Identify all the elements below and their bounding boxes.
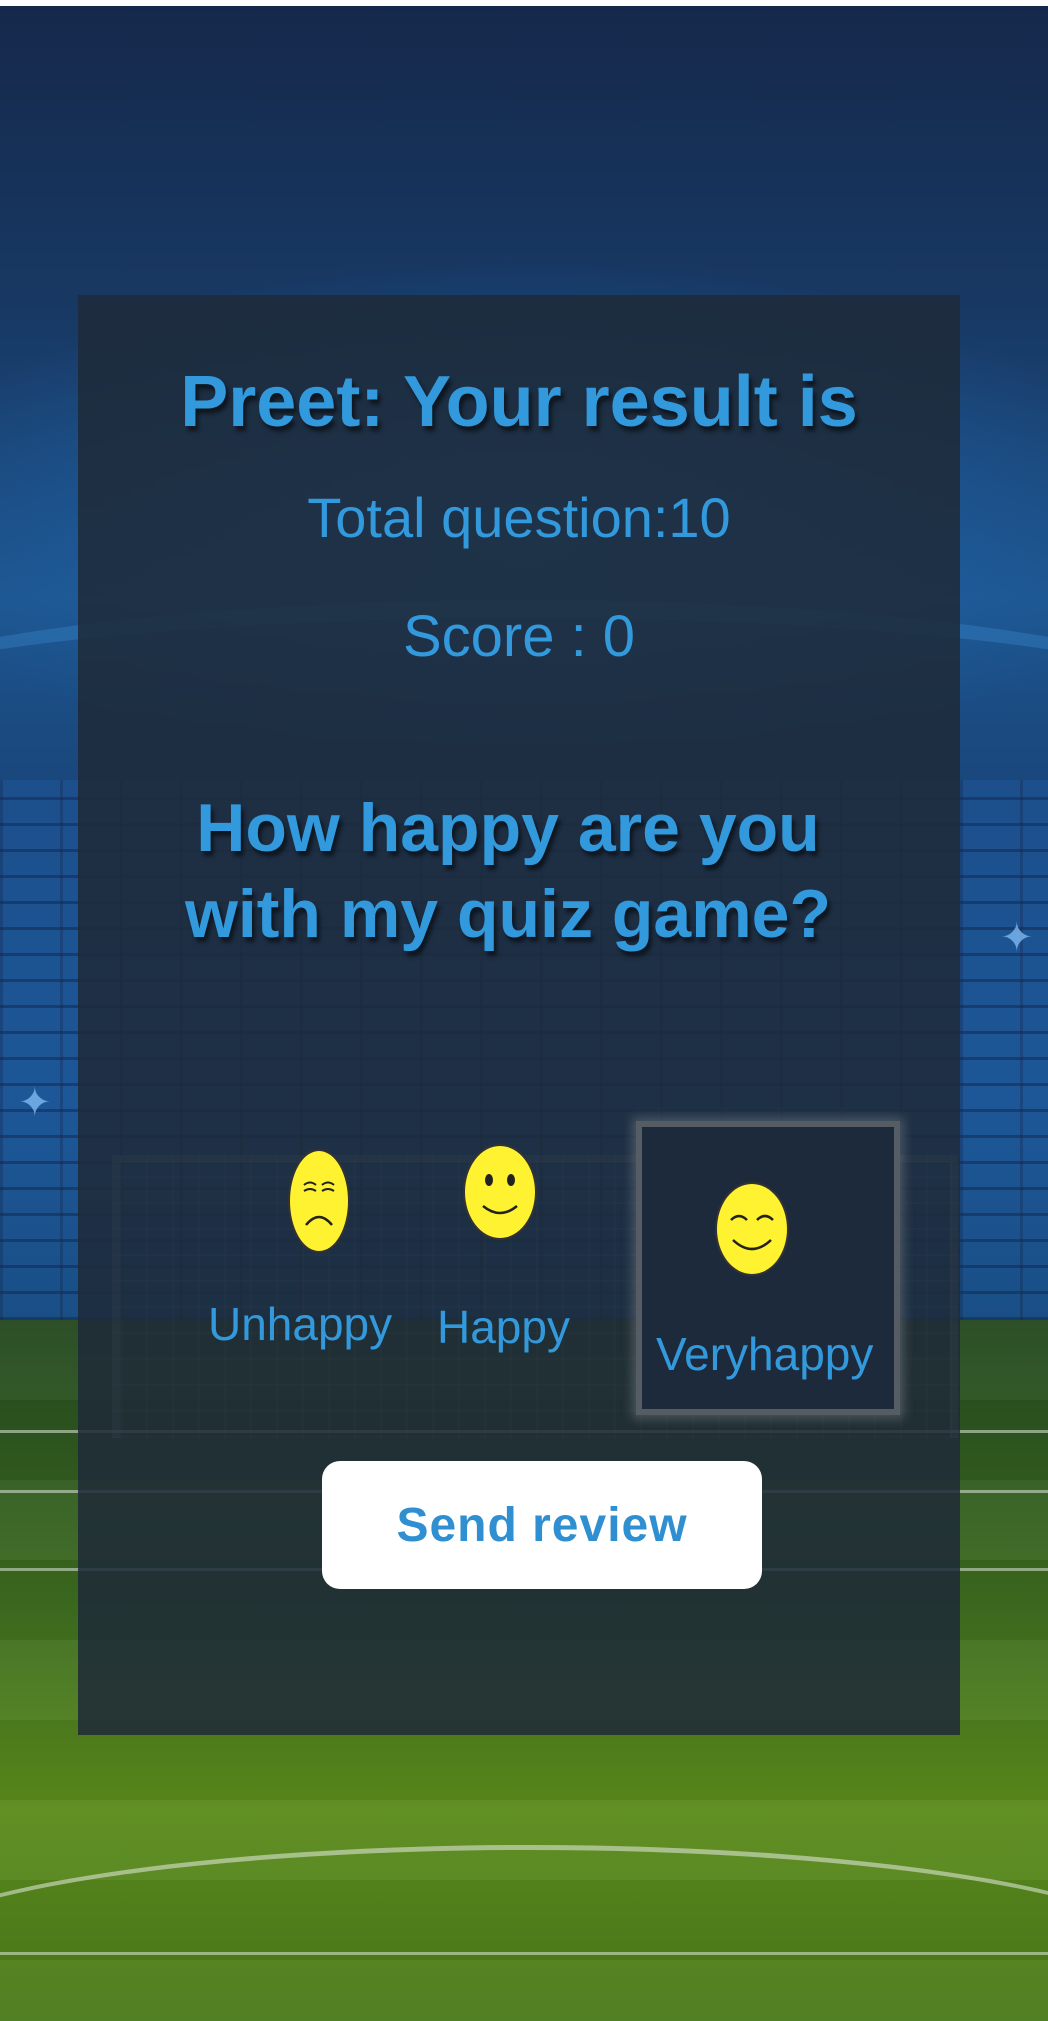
option-veryhappy[interactable]: Veryhappy bbox=[636, 1121, 900, 1415]
sparkle-icon: ✦ bbox=[18, 1080, 52, 1126]
result-card: Preet: Your result is Total question:10 … bbox=[78, 295, 960, 1735]
sad-face-icon bbox=[288, 1149, 350, 1253]
option-label-veryhappy: Veryhappy bbox=[656, 1328, 874, 1380]
option-label-happy: Happy bbox=[437, 1301, 570, 1353]
option-happy[interactable]: Happy bbox=[423, 1140, 593, 1370]
result-title: Preet: Your result is bbox=[180, 362, 858, 442]
very-happy-face-icon bbox=[715, 1182, 789, 1276]
sparkle-icon: ✦ bbox=[1000, 915, 1034, 961]
score-text: Score : 0 bbox=[402, 604, 636, 669]
total-question-text: Total question:10 bbox=[307, 486, 731, 549]
send-review-button[interactable]: Send review bbox=[322, 1461, 762, 1589]
smile-face-icon bbox=[463, 1144, 537, 1240]
review-question: How happy are you with my quiz game? bbox=[184, 790, 832, 952]
center-circle bbox=[0, 1845, 1048, 2021]
top-border bbox=[0, 0, 1048, 6]
option-unhappy[interactable]: Unhappy bbox=[198, 1145, 418, 1375]
option-label-unhappy: Unhappy bbox=[208, 1298, 393, 1350]
